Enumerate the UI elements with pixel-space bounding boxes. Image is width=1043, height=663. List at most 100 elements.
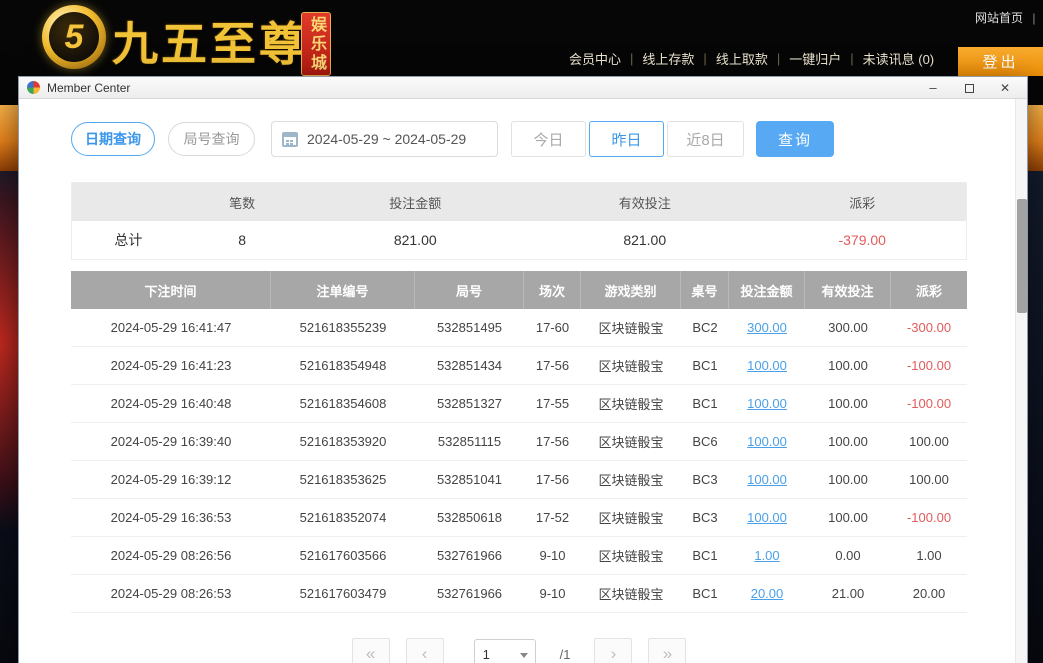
bet-table-header-cell: 下注时间 bbox=[71, 271, 271, 309]
payout: -100.00 bbox=[891, 385, 967, 422]
session-no: 17-56 bbox=[524, 423, 581, 460]
bet-id: 521618354608 bbox=[271, 385, 415, 422]
table-row: 2024-05-29 16:41:23521618354948532851434… bbox=[71, 347, 967, 385]
bet-table-header-cell: 注单编号 bbox=[271, 271, 415, 309]
page-select-value: 1 bbox=[483, 647, 490, 662]
session-no: 17-52 bbox=[524, 499, 581, 536]
table-no: BC2 bbox=[681, 309, 729, 346]
valid-bet: 100.00 bbox=[805, 461, 891, 498]
last-page-button[interactable]: » bbox=[648, 638, 686, 663]
next-page-button[interactable]: › bbox=[594, 638, 632, 663]
table-row: 2024-05-29 16:36:53521618352074532850618… bbox=[71, 499, 967, 537]
game-type: 区块链骰宝 bbox=[581, 423, 681, 460]
payout: 20.00 bbox=[891, 575, 967, 612]
bet-time: 2024-05-29 16:36:53 bbox=[71, 499, 271, 536]
prev-page-icon: ‹ bbox=[422, 644, 428, 663]
bet-amount[interactable]: 100.00 bbox=[729, 499, 805, 536]
table-no: BC6 bbox=[681, 423, 729, 460]
bet-time: 2024-05-29 08:26:56 bbox=[71, 537, 271, 574]
prev-page-button[interactable]: ‹ bbox=[406, 638, 444, 663]
summary-header-cell: 笔数 bbox=[185, 183, 300, 221]
game-type: 区块链骰宝 bbox=[581, 537, 681, 574]
yesterday-button[interactable]: 昨日 bbox=[589, 121, 664, 157]
bet-id: 521618352074 bbox=[271, 499, 415, 536]
summary-total-row: 总计 8 821.00 821.00 -379.00 bbox=[72, 221, 966, 259]
bet-table-header-cell: 桌号 bbox=[681, 271, 729, 309]
logo-number: 5 bbox=[65, 18, 84, 57]
top-link-separator: | bbox=[1032, 11, 1035, 25]
bet-time: 2024-05-29 16:41:47 bbox=[71, 309, 271, 346]
game-type: 区块链骰宝 bbox=[581, 461, 681, 498]
minimize-button[interactable]: – bbox=[915, 77, 951, 99]
bet-amount[interactable]: 100.00 bbox=[729, 347, 805, 384]
scrollbar-thumb[interactable] bbox=[1017, 199, 1027, 313]
table-no: BC1 bbox=[681, 385, 729, 422]
bet-amount[interactable]: 100.00 bbox=[729, 423, 805, 460]
nav-link[interactable]: 未读讯息 (0) bbox=[854, 49, 944, 68]
bet-amount[interactable]: 20.00 bbox=[729, 575, 805, 612]
last8days-button[interactable]: 近8日 bbox=[667, 121, 744, 157]
bet-time: 2024-05-29 16:39:40 bbox=[71, 423, 271, 460]
tab-date-query[interactable]: 日期查询 bbox=[71, 122, 155, 156]
bet-id: 521618353920 bbox=[271, 423, 415, 460]
bet-table-header-cell: 投注金额 bbox=[729, 271, 805, 309]
nav-link[interactable]: 会员中心 bbox=[560, 49, 630, 68]
nav-link[interactable]: 线上存款 bbox=[633, 49, 703, 68]
round-id: 532851434 bbox=[415, 347, 524, 384]
first-page-button[interactable]: « bbox=[352, 638, 390, 663]
site-title: 九五至尊 bbox=[112, 8, 308, 74]
bet-table-header-cell: 派彩 bbox=[891, 271, 967, 309]
close-button[interactable]: ✕ bbox=[987, 77, 1023, 99]
date-range-input[interactable]: 2024-05-29 ~ 2024-05-29 bbox=[271, 121, 498, 157]
maximize-button[interactable] bbox=[951, 77, 987, 99]
session-no: 17-60 bbox=[524, 309, 581, 346]
bet-id: 521618355239 bbox=[271, 309, 415, 346]
bet-id: 521617603566 bbox=[271, 537, 415, 574]
bet-table-header-cell: 场次 bbox=[524, 271, 581, 309]
valid-bet: 21.00 bbox=[805, 575, 891, 612]
query-button[interactable]: 查询 bbox=[756, 121, 834, 157]
game-type: 区块链骰宝 bbox=[581, 499, 681, 536]
table-row: 2024-05-29 16:39:40521618353920532851115… bbox=[71, 423, 967, 461]
bet-amount[interactable]: 100.00 bbox=[729, 461, 805, 498]
table-row: 2024-05-29 08:26:56521617603566532761966… bbox=[71, 537, 967, 575]
payout: 100.00 bbox=[891, 461, 967, 498]
logout-button[interactable]: 登出 bbox=[958, 47, 1043, 76]
round-id: 532761966 bbox=[415, 575, 524, 612]
window-content: 日期查询 局号查询 2024-05-29 ~ 2024-05-29 今日 昨日 … bbox=[19, 99, 1027, 663]
maximize-icon bbox=[965, 84, 974, 93]
bet-amount[interactable]: 300.00 bbox=[729, 309, 805, 346]
summary-valid-bet: 821.00 bbox=[531, 221, 758, 259]
today-button[interactable]: 今日 bbox=[511, 121, 586, 157]
table-row: 2024-05-29 16:41:47521618355239532851495… bbox=[71, 309, 967, 347]
window-title-bar[interactable]: Member Center – ✕ bbox=[19, 77, 1027, 99]
round-id: 532851041 bbox=[415, 461, 524, 498]
window-controls: – ✕ bbox=[915, 77, 1023, 99]
bet-amount[interactable]: 1.00 bbox=[729, 537, 805, 574]
bet-id: 521617603479 bbox=[271, 575, 415, 612]
summary-header-cell: 投注金额 bbox=[300, 183, 531, 221]
bet-time: 2024-05-29 16:41:23 bbox=[71, 347, 271, 384]
home-link[interactable]: 网站首页 bbox=[975, 11, 1023, 25]
summary-total-label: 总计 bbox=[72, 221, 185, 259]
bet-id: 521618353625 bbox=[271, 461, 415, 498]
window-scrollbar[interactable] bbox=[1015, 99, 1027, 663]
game-type: 区块链骰宝 bbox=[581, 347, 681, 384]
tab-round-query[interactable]: 局号查询 bbox=[168, 122, 255, 156]
round-id: 532851327 bbox=[415, 385, 524, 422]
game-type: 区块链骰宝 bbox=[581, 309, 681, 346]
valid-bet: 0.00 bbox=[805, 537, 891, 574]
valid-bet: 100.00 bbox=[805, 499, 891, 536]
round-id: 532851115 bbox=[415, 423, 524, 460]
page-select[interactable]: 1 bbox=[474, 639, 536, 663]
table-row: 2024-05-29 16:39:12521618353625532851041… bbox=[71, 461, 967, 499]
summary-payout: -379.00 bbox=[758, 221, 966, 259]
bet-amount[interactable]: 100.00 bbox=[729, 385, 805, 422]
payout: -100.00 bbox=[891, 347, 967, 384]
session-no: 9-10 bbox=[524, 537, 581, 574]
member-nav: 会员中心|线上存款|线上取款|一键归户|未读讯息 (0) bbox=[560, 49, 943, 68]
nav-link[interactable]: 线上取款 bbox=[707, 49, 777, 68]
round-id: 532851495 bbox=[415, 309, 524, 346]
valid-bet: 100.00 bbox=[805, 423, 891, 460]
nav-link[interactable]: 一键归户 bbox=[780, 49, 850, 68]
